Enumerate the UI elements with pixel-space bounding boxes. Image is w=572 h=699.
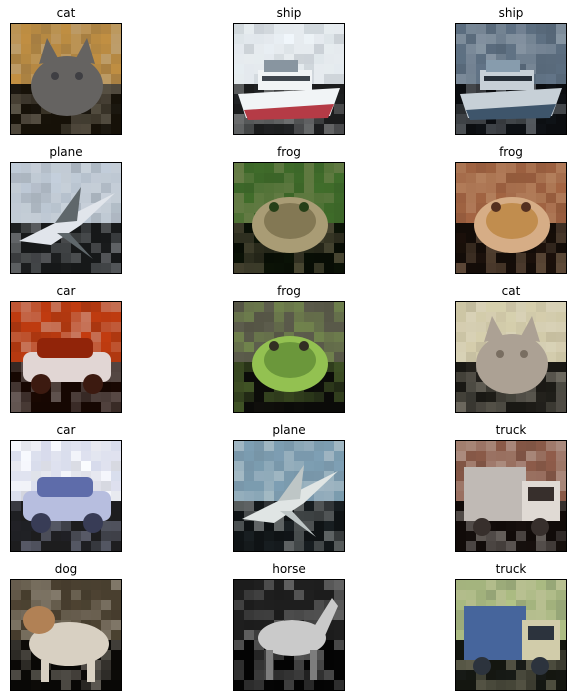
image-label: frog [277,284,301,298]
image-label: plane [49,145,83,159]
frog-thumbnail [233,162,345,274]
dog-thumbnail [10,579,122,691]
image-label: cat [501,284,521,298]
frog-thumbnail [233,301,345,413]
image-label: dog [54,562,78,576]
image-label: car [56,284,76,298]
image-label: ship [498,6,524,20]
truck-thumbnail [455,579,567,691]
horse-thumbnail [233,579,345,691]
truck-thumbnail [455,440,567,552]
image-label: truck [495,562,527,576]
image-label: cat [56,6,76,20]
image-label: frog [277,145,301,159]
image-label: frog [499,145,523,159]
image-label: truck [495,423,527,437]
frog-thumbnail [455,162,567,274]
image-label: ship [276,6,302,20]
image-label: plane [272,423,306,437]
plane-thumbnail [233,440,345,552]
car-thumbnail [10,301,122,413]
ship-thumbnail [455,23,567,135]
car-thumbnail [10,440,122,552]
cat-thumbnail [455,301,567,413]
ship-thumbnail [233,23,345,135]
cat-thumbnail [10,23,122,135]
image-label: horse [272,562,306,576]
image-label: car [56,423,76,437]
plane-thumbnail [10,162,122,274]
